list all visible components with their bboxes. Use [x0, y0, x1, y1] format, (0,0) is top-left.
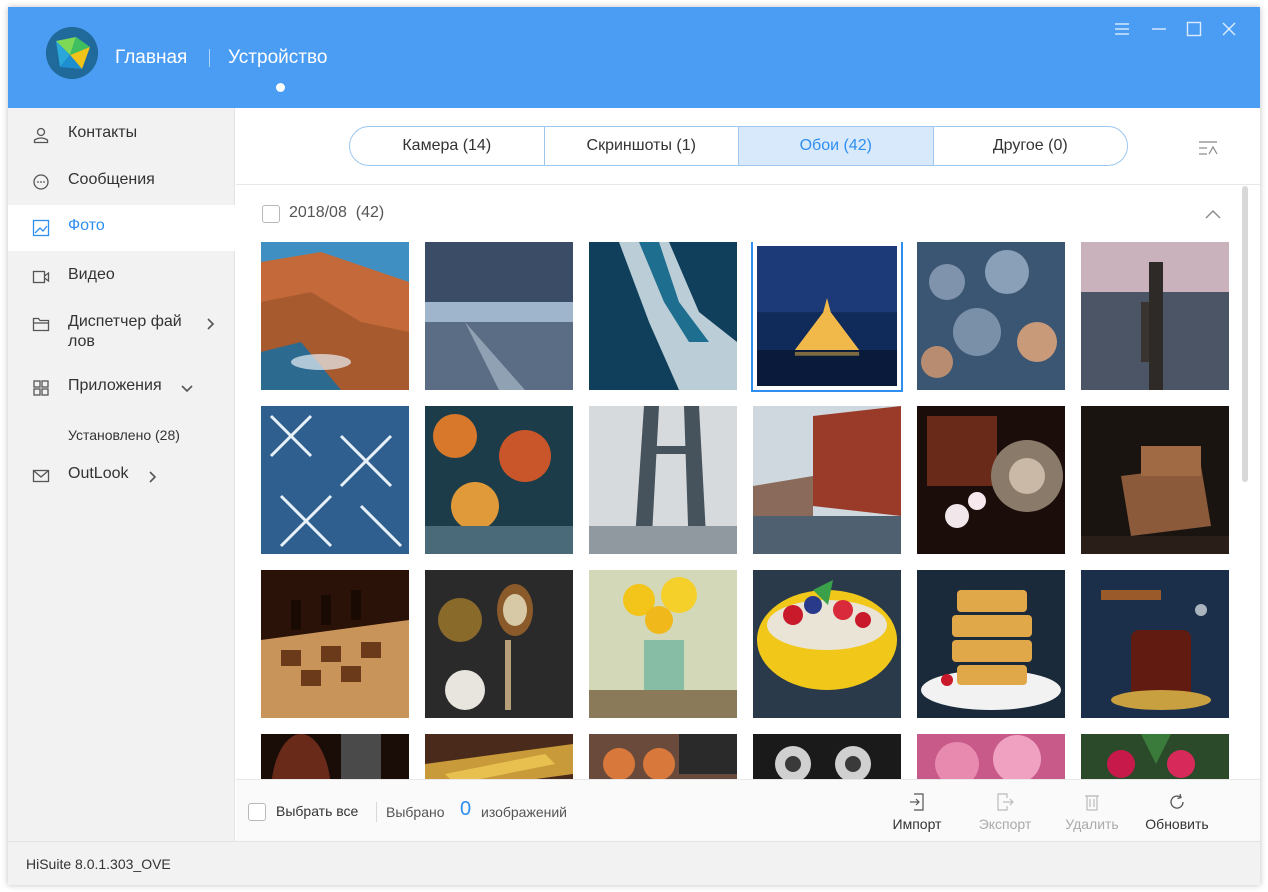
video-icon [32, 270, 50, 284]
tab-wallpapers[interactable]: Обои (42) [739, 127, 934, 165]
photo-thumbnail[interactable] [1081, 242, 1229, 390]
sidebar-item-label: Видео [68, 266, 115, 283]
chevron-down-icon [181, 385, 193, 393]
hisuite-window: Главная Устройство Контакты Сообщения Фо… [8, 7, 1260, 885]
photo-thumbnail-selected[interactable] [751, 242, 903, 392]
refresh-button[interactable]: Обновить [1142, 792, 1212, 836]
chevron-right-icon [207, 318, 215, 330]
close-icon[interactable] [1219, 19, 1239, 39]
photo-thumbnail[interactable] [917, 406, 1065, 554]
tab-camera[interactable]: Камера (14) [350, 127, 545, 165]
menu-icon[interactable] [1112, 19, 1132, 39]
photo-icon [32, 219, 50, 237]
nav-home[interactable]: Главная [115, 47, 187, 69]
folder-icon [32, 317, 50, 332]
bottom-toolbar: Выбрать все Выбрано 0 изображений Импорт… [236, 779, 1260, 841]
photo-thumbnail[interactable] [261, 734, 409, 779]
photo-thumbnail[interactable] [425, 242, 573, 390]
apps-icon [33, 380, 49, 396]
sidebar-item-label: Приложения [68, 377, 162, 394]
messages-icon [33, 174, 49, 190]
selected-prefix: Выбрано [386, 804, 445, 820]
photo-thumbnail[interactable] [589, 242, 737, 390]
sidebar-item-label: Диспетчер фай [68, 313, 182, 330]
status-bar: HiSuite 8.0.1.303_OVE [8, 841, 1260, 885]
photo-thumbnail[interactable] [589, 406, 737, 554]
select-all-label[interactable]: Выбрать все [276, 803, 358, 819]
sidebar-item-messages[interactable]: Сообщения [8, 159, 235, 205]
photo-thumbnail[interactable] [753, 406, 901, 554]
header-bar: Главная Устройство [8, 7, 1260, 108]
import-button[interactable]: Импорт [882, 792, 952, 836]
scrollbar-thumb[interactable] [1242, 186, 1248, 482]
group-date-label: 2018/08 (42) [289, 204, 385, 221]
divider [376, 802, 377, 822]
photo-thumbnail[interactable] [425, 734, 573, 779]
mail-icon [32, 469, 50, 483]
divider [236, 184, 1260, 185]
tab-other[interactable]: Другое (0) [934, 127, 1128, 165]
photo-thumbnail[interactable] [261, 570, 409, 718]
refresh-icon [1170, 793, 1184, 809]
sidebar-item-outlook[interactable]: OutLook [8, 453, 235, 499]
export-icon [997, 793, 1014, 811]
sidebar-item-video[interactable]: Видео [8, 254, 235, 300]
sidebar-item-label: OutLook [68, 465, 129, 482]
sidebar-subitem-installed[interactable]: Установлено (28) [68, 427, 180, 443]
sidebar-item-label: Фото [68, 217, 105, 234]
photo-thumbnail[interactable] [753, 734, 901, 779]
photo-thumbnail[interactable] [261, 406, 409, 554]
sidebar-item-label-cont: лов [68, 333, 95, 350]
chevron-up-icon[interactable] [1204, 207, 1222, 221]
active-nav-indicator [276, 83, 285, 92]
photo-thumbnail[interactable] [917, 570, 1065, 718]
sort-icon[interactable] [1198, 140, 1218, 156]
photo-thumbnail[interactable] [1081, 734, 1229, 779]
photo-thumbnail[interactable] [753, 570, 901, 718]
version-label: HiSuite 8.0.1.303_OVE [26, 856, 171, 872]
hisuite-logo-icon [46, 27, 98, 79]
nav-device[interactable]: Устройство [228, 47, 327, 69]
sidebar-item-photo[interactable]: Фото [8, 205, 235, 251]
delete-button[interactable]: Удалить [1057, 792, 1127, 836]
delete-icon [1085, 795, 1099, 811]
sidebar-item-label: Сообщения [68, 171, 155, 188]
sidebar-item-contacts[interactable]: Контакты [8, 112, 235, 158]
export-button[interactable]: Экспорт [970, 792, 1040, 836]
select-all-checkbox[interactable] [248, 803, 266, 821]
tab-screenshots[interactable]: Скриншоты (1) [545, 127, 739, 165]
photo-thumbnail[interactable] [425, 570, 573, 718]
photo-thumbnail[interactable] [917, 242, 1065, 390]
group-select-checkbox[interactable] [262, 205, 280, 223]
photo-thumbnail[interactable] [261, 242, 409, 390]
photo-category-tabs: Камера (14) Скриншоты (1) Обои (42) Друг… [349, 126, 1128, 166]
sidebar-item-file-manager[interactable]: Диспетчер фай лов [8, 301, 235, 361]
photo-main-area: Камера (14) Скриншоты (1) Обои (42) Друг… [236, 108, 1260, 841]
selected-suffix: изображений [481, 804, 567, 820]
contacts-icon [33, 127, 49, 144]
chevron-right-icon [149, 471, 157, 483]
import-icon [910, 793, 924, 811]
photo-thumbnail[interactable] [589, 734, 737, 779]
nav-separator [209, 49, 210, 67]
maximize-icon[interactable] [1184, 19, 1204, 39]
sidebar-item-apps[interactable]: Приложения [8, 365, 235, 411]
sidebar: Контакты Сообщения Фото Видео Диспетчер … [8, 108, 235, 841]
photo-thumbnail[interactable] [425, 406, 573, 554]
photo-thumbnail[interactable] [589, 570, 737, 718]
minimize-icon[interactable] [1149, 19, 1169, 39]
photo-thumbnail[interactable] [1081, 570, 1229, 718]
photo-thumbnail[interactable] [1081, 406, 1229, 554]
photo-grid [261, 242, 1236, 779]
sidebar-item-label: Контакты [68, 124, 138, 141]
selected-count: 0 [460, 798, 472, 820]
photo-thumbnail[interactable] [917, 734, 1065, 779]
